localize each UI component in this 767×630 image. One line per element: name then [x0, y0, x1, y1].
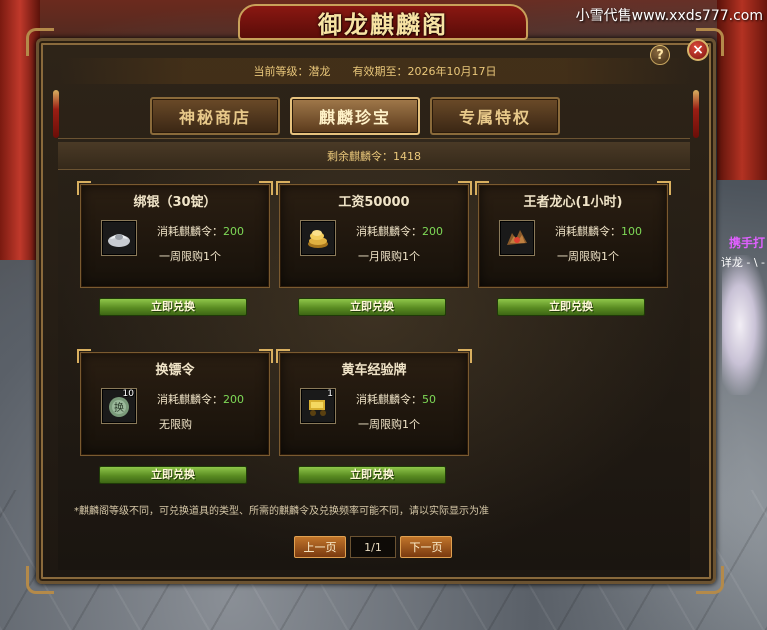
item-slot[interactable]: [499, 220, 535, 256]
item-card: 王者龙心(1小时) 消耗麒麟令：100 一周限购1个: [475, 181, 671, 288]
item-title: 绑银（30锭）: [133, 195, 217, 210]
item-slot[interactable]: [101, 220, 137, 256]
purchase-limit: 一周限购1个: [159, 250, 221, 263]
cost-value: 100: [621, 225, 642, 238]
purchase-limit: 无限购: [159, 418, 192, 431]
item-cost: 消耗麒麟令：50: [356, 393, 436, 406]
item-cost: 消耗麒麟令：100: [555, 225, 642, 238]
dragon-heart-icon: [507, 230, 527, 245]
item-title: 工资50000: [338, 195, 410, 210]
frame-corner-ornament: [696, 566, 724, 594]
redeem-button[interactable]: 立即兑换: [497, 298, 645, 316]
next-page-button[interactable]: 下一页: [400, 536, 452, 558]
watermark: 小雪代售www.xxds777.com: [575, 8, 763, 24]
tab-mystery-shop[interactable]: 神秘商店: [150, 97, 280, 135]
background-pillar-right: [717, 0, 767, 180]
footnote: *麒麟阁等级不同，可兑换道具的类型、所需的麒麟令及兑换频率可能不同，请以实际显示…: [74, 506, 489, 517]
frame-corner-ornament: [26, 28, 54, 56]
redeem-button[interactable]: 立即兑换: [298, 466, 446, 484]
silver-ingot-icon: [108, 234, 130, 247]
player-tag: 携手打: [728, 236, 765, 250]
item-count: 1: [327, 389, 333, 399]
item-cost: 消耗麒麟令：200: [157, 393, 244, 406]
item-title: 黄车经验牌: [341, 363, 407, 378]
redeem-button[interactable]: 立即兑换: [99, 466, 247, 484]
purchase-limit: 一周限购1个: [557, 250, 619, 263]
redeem-button[interactable]: 立即兑换: [99, 298, 247, 316]
membership-info: 当前等级：潜龙 有效期至：2026年10月17日: [60, 58, 690, 84]
item-slot[interactable]: 换 10: [101, 388, 137, 424]
item-slot[interactable]: 1: [300, 388, 336, 424]
current-level: 当前等级：潜龙: [253, 65, 331, 78]
cost-value: 200: [422, 225, 443, 238]
item-title: 换镖令: [155, 363, 195, 378]
item-cost: 消耗麒麟令：200: [356, 225, 443, 238]
item-card: 工资50000 消耗麒麟令：200 一月限购1个: [276, 181, 472, 288]
cost-value: 200: [223, 225, 244, 238]
tab-exclusive-privilege[interactable]: 专属特权: [430, 97, 560, 135]
balance-bar: 剩余麒麟令：1418: [58, 142, 690, 170]
redeem-button[interactable]: 立即兑换: [298, 298, 446, 316]
item-card: 黄车经验牌 1 消耗麒麟令：50 一周限购1个: [276, 349, 472, 456]
expire-date: 有效期至：2026年10月17日: [352, 65, 497, 78]
close-button[interactable]: ×: [687, 39, 709, 61]
purchase-limit: 一月限购1个: [358, 250, 420, 263]
window-title: 御龙麒麟阁: [318, 9, 448, 39]
player-name: 详龙 - \ -: [720, 256, 765, 269]
item-card: 绑银（30锭） 消耗麒麟令：200 一周限购1个: [77, 181, 273, 288]
tassel-right: [693, 90, 699, 138]
prev-page-button[interactable]: 上一页: [294, 536, 346, 558]
cost-value: 50: [422, 393, 436, 406]
item-count: 10: [122, 389, 134, 399]
item-title: 王者龙心(1小时): [523, 195, 623, 210]
cost-value: 200: [223, 393, 244, 406]
purchase-limit: 一周限购1个: [358, 418, 420, 431]
background-character: [722, 255, 767, 395]
item-slot[interactable]: [300, 220, 336, 256]
tassel-left: [53, 90, 59, 138]
item-card: 换镖令 换 10 消耗麒麟令：200 无限购: [77, 349, 273, 456]
tab-qilin-treasure[interactable]: 麒麟珍宝: [290, 97, 420, 135]
frame-corner-ornament: [26, 566, 54, 594]
item-cost: 消耗麒麟令：200: [157, 225, 244, 238]
tab-bar: 神秘商店 麒麟珍宝 专属特权: [150, 97, 602, 135]
close-icon: ×: [692, 42, 704, 58]
page-indicator: 1/1: [350, 536, 396, 558]
pagination: 上一页 1/1 下一页: [294, 536, 452, 558]
gold-coins-icon: [308, 230, 328, 248]
remaining-token-balance: 剩余麒麟令：1418: [327, 149, 421, 163]
title-banner: 御龙麒麟阁: [238, 4, 528, 40]
svg-text:换: 换: [114, 401, 124, 414]
